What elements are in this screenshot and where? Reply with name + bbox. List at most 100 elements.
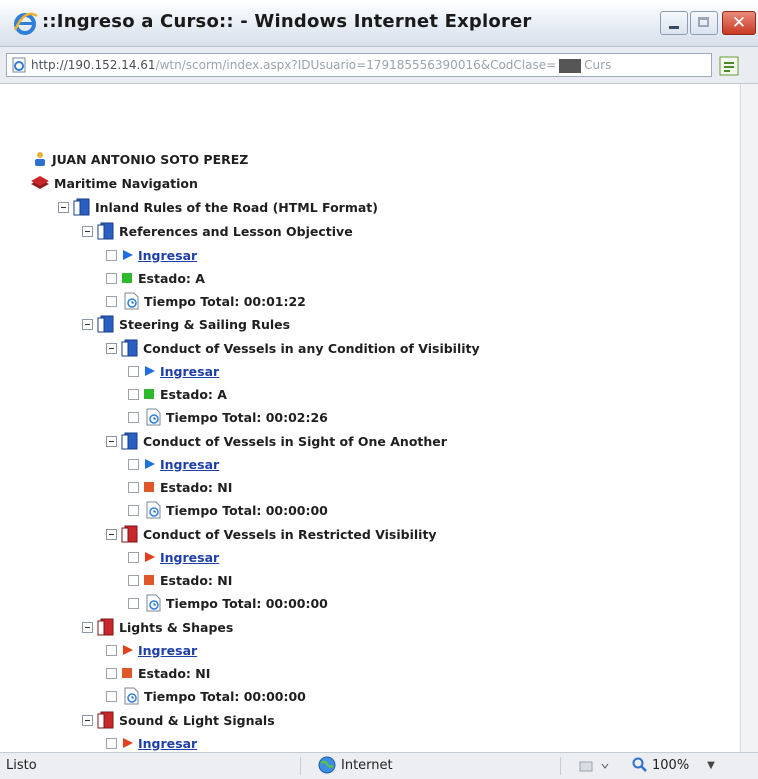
- module-row[interactable]: Inland Rules of the Road (HTML Format): [58, 196, 378, 218]
- state-text: Estado: NI: [160, 572, 233, 588]
- book-red-icon: [97, 618, 114, 636]
- state-text: Estado: A: [160, 386, 227, 402]
- status-divider: [300, 757, 301, 775]
- lesson-row[interactable]: Sound & Light Signals: [82, 709, 275, 731]
- play-red-icon: [123, 645, 133, 655]
- play-blue-icon: [123, 250, 133, 260]
- zoom-control[interactable]: 100% ▼: [632, 757, 715, 773]
- lesson-row[interactable]: Lights & Shapes: [82, 616, 233, 638]
- state-row: Estado: A: [128, 383, 227, 405]
- zoom-dropdown-icon[interactable]: ▼: [707, 760, 715, 771]
- zoom-icon: [632, 757, 647, 772]
- play-red-icon: [123, 738, 133, 748]
- status-orange-icon: [144, 482, 154, 492]
- collapse-toggle[interactable]: [82, 621, 93, 633]
- leaf-box: [128, 365, 139, 377]
- clock-page-icon: [124, 687, 139, 705]
- sublesson-row[interactable]: Conduct of Vessels in Sight of One Anoth…: [106, 430, 447, 452]
- course-row: Maritime Navigation: [30, 172, 198, 194]
- time-text: Tiempo Total: 00:02:26: [166, 409, 328, 425]
- enter-link[interactable]: Ingresar: [160, 550, 219, 565]
- course-title: Maritime Navigation: [54, 175, 198, 191]
- state-row: Estado: NI: [128, 569, 232, 591]
- collapse-toggle[interactable]: [106, 435, 117, 447]
- enter-row[interactable]: Ingresar: [128, 360, 219, 382]
- leaf-box: [106, 249, 117, 261]
- sublesson-row[interactable]: Conduct of Vessels in any Condition of V…: [106, 337, 480, 359]
- user-name: JUAN ANTONIO SOTO PEREZ: [52, 151, 249, 167]
- enter-link[interactable]: Ingresar: [138, 248, 197, 263]
- time-text: Tiempo Total: 00:00:00: [166, 502, 328, 518]
- globe-icon: [318, 756, 336, 774]
- sublesson-title: Conduct of Vessels in any Condition of V…: [143, 340, 480, 356]
- leaf-box: [128, 458, 139, 470]
- lesson-title: Lights & Shapes: [119, 619, 234, 635]
- lesson-title: References and Lesson Objective: [119, 223, 353, 239]
- minimize-button[interactable]: [660, 11, 688, 35]
- time-row: Tiempo Total: 00:00:00: [106, 685, 306, 707]
- enter-link[interactable]: Ingresar: [138, 643, 197, 658]
- status-orange-icon: [144, 575, 154, 585]
- enter-row[interactable]: Ingresar: [106, 732, 197, 752]
- maximize-button[interactable]: [690, 11, 718, 35]
- collapse-toggle[interactable]: [82, 225, 93, 237]
- close-button[interactable]: ✕: [722, 11, 756, 35]
- compatibility-view-icon[interactable]: [718, 55, 740, 77]
- collapse-toggle[interactable]: [82, 318, 93, 330]
- book-blue-icon: [97, 315, 114, 333]
- clock-page-icon: [146, 501, 161, 519]
- url-field[interactable]: http://190.152.14.61/wtn/scorm/index.asp…: [6, 53, 712, 77]
- play-red-icon: [145, 552, 155, 562]
- state-row: Estado: NI: [106, 662, 210, 684]
- collapse-toggle[interactable]: [106, 528, 117, 540]
- vertical-scrollbar[interactable]: [740, 84, 758, 752]
- browser-window: ::Ingreso a Curso:: - Windows Internet E…: [0, 0, 758, 779]
- state-text: Estado: NI: [160, 479, 233, 495]
- sublesson-title: Conduct of Vessels in Sight of One Anoth…: [143, 433, 447, 449]
- enter-link[interactable]: Ingresar: [160, 364, 219, 379]
- collapse-toggle[interactable]: [58, 201, 69, 213]
- book-blue-icon: [97, 222, 114, 240]
- ie-page-icon: [12, 57, 26, 73]
- book-red-icon: [121, 525, 138, 543]
- collapse-toggle[interactable]: [106, 342, 117, 354]
- internet-explorer-icon: [13, 12, 38, 35]
- user-row: JUAN ANTONIO SOTO PEREZ: [32, 148, 248, 170]
- zoom-level: 100%: [652, 757, 690, 773]
- protected-mode-icon[interactable]: [578, 758, 612, 774]
- clock-page-icon: [124, 292, 139, 310]
- url-redaction: [559, 58, 582, 73]
- enter-row[interactable]: Ingresar: [106, 639, 197, 661]
- sublesson-title: Conduct of Vessels in Restricted Visibil…: [143, 526, 437, 542]
- module-title: Inland Rules of the Road (HTML Format): [95, 199, 378, 215]
- status-divider: [560, 757, 561, 775]
- close-icon: ✕: [731, 13, 747, 33]
- leaf-box: [106, 737, 117, 749]
- book-blue-icon: [73, 198, 90, 216]
- security-zone[interactable]: Internet: [318, 756, 393, 774]
- enter-row[interactable]: Ingresar: [106, 244, 197, 266]
- time-text: Tiempo Total: 00:01:22: [144, 293, 306, 309]
- leaf-box: [128, 574, 139, 586]
- page-content: JUAN ANTONIO SOTO PEREZ Maritime Navigat…: [0, 84, 740, 752]
- url-host: http://190.152.14.61: [31, 58, 156, 72]
- enter-row[interactable]: Ingresar: [128, 453, 219, 475]
- time-row: Tiempo Total: 00:02:26: [128, 406, 328, 428]
- lesson-title: Sound & Light Signals: [119, 712, 275, 728]
- sublesson-row[interactable]: Conduct of Vessels in Restricted Visibil…: [106, 523, 437, 545]
- play-blue-icon: [145, 459, 155, 469]
- books-icon: [31, 176, 49, 191]
- status-orange-icon: [122, 668, 132, 678]
- lesson-row[interactable]: References and Lesson Objective: [82, 220, 353, 242]
- minimize-icon: [669, 26, 679, 29]
- lesson-row[interactable]: Steering & Sailing Rules: [82, 313, 290, 335]
- enter-row[interactable]: Ingresar: [128, 546, 219, 568]
- leaf-box: [128, 597, 139, 609]
- enter-link[interactable]: Ingresar: [138, 736, 197, 751]
- user-icon: [35, 152, 45, 166]
- collapse-toggle[interactable]: [82, 714, 93, 726]
- title-bar[interactable]: ::Ingreso a Curso:: - Windows Internet E…: [0, 0, 758, 47]
- enter-link[interactable]: Ingresar: [160, 457, 219, 472]
- time-text: Tiempo Total: 00:00:00: [144, 688, 306, 704]
- leaf-box: [106, 690, 117, 702]
